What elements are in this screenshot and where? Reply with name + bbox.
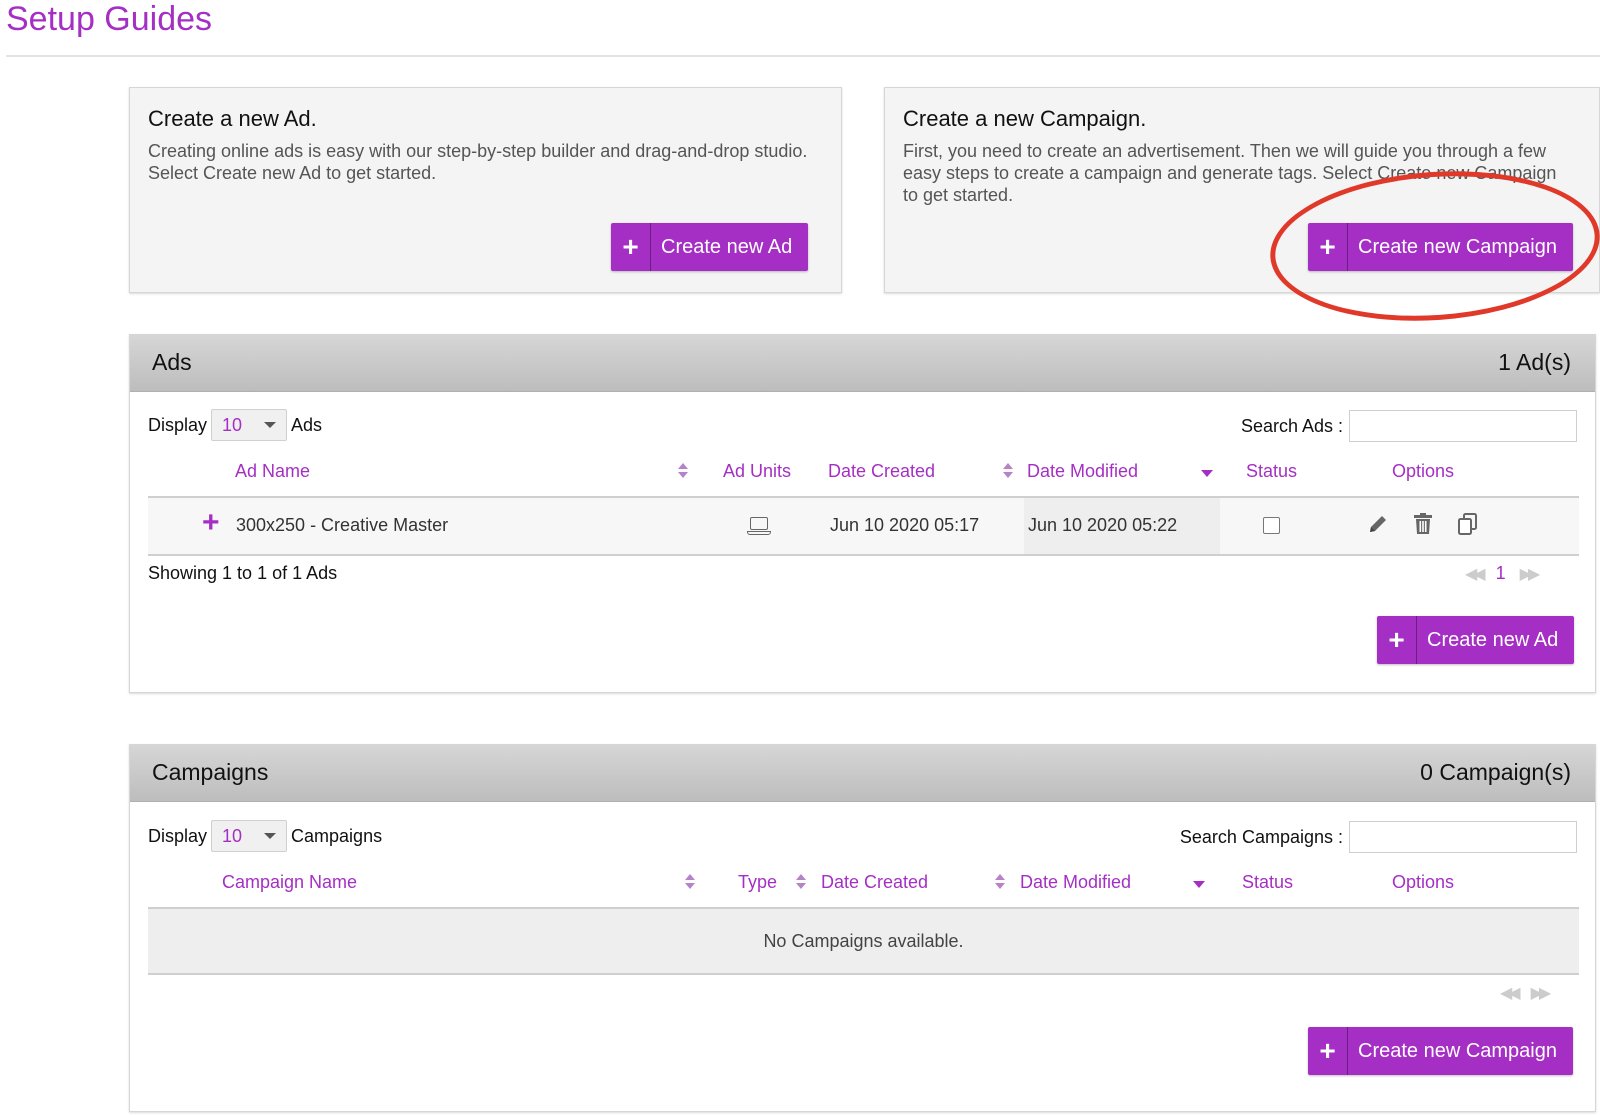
ads-create-new-ad-button-label: Create new Ad (1427, 628, 1559, 651)
campaigns-create-new-campaign-button-label: Create new Campaign (1358, 1039, 1557, 1062)
chevron-down-icon (264, 833, 277, 839)
ads-page-size-value: 10 (222, 414, 243, 435)
create-new-ad-button[interactable]: + Create new Ad (611, 223, 809, 271)
ads-panel-title: Ads (152, 349, 192, 375)
column-header-status[interactable]: Status (1246, 461, 1297, 482)
create-ad-guide-card: Create a new Ad. Creating online ads is … (129, 87, 842, 293)
create-new-ad-button-label: Create new Ad (661, 235, 793, 258)
date-modified-cell: Jun 10 2020 05:22 (1028, 515, 1178, 535)
plus-icon: + (1308, 1027, 1348, 1075)
column-header-date-modified[interactable]: Date Modified (1020, 872, 1131, 893)
ads-pagination: ◀◀ 1 ▶▶ (1465, 563, 1541, 584)
ads-page-size-select[interactable]: 10 (211, 409, 288, 441)
campaigns-display-label: Display (148, 825, 208, 846)
empty-table-message: No Campaigns available. (148, 909, 1579, 973)
ads-display-suffix: Ads (291, 414, 323, 435)
create-ad-guide-title: Create a new Ad. (148, 106, 317, 131)
previous-page-icon[interactable]: ◀◀ (1465, 564, 1486, 584)
ads-create-new-ad-button[interactable]: + Create new Ad (1377, 616, 1575, 664)
sort-descending-icon[interactable] (1193, 881, 1205, 888)
sort-icon[interactable] (678, 463, 688, 479)
ads-panel: Ads 1 Ad(s) Display 10 Ads Search Ads : … (129, 334, 1596, 693)
copy-icon[interactable] (1457, 512, 1479, 541)
page-title: Setup Guides (6, 0, 213, 38)
campaigns-create-new-campaign-button[interactable]: + Create new Campaign (1308, 1027, 1573, 1075)
column-header-options: Options (1392, 461, 1455, 481)
previous-page-icon[interactable]: ◀◀ (1500, 983, 1521, 1003)
create-campaign-guide-description: First, you need to create an advertiseme… (903, 141, 1557, 205)
ads-count: 1 Ad(s) (1498, 349, 1571, 375)
status-checkbox[interactable] (1263, 517, 1280, 534)
table-footer-divider (148, 554, 1579, 556)
create-campaign-guide-card: Create a new Campaign. First, you need t… (884, 87, 1600, 293)
ads-search-label: Search Ads : (1240, 415, 1343, 436)
campaigns-search-input[interactable] (1349, 821, 1577, 853)
sort-icon[interactable] (685, 874, 695, 890)
campaigns-page-size-value: 10 (222, 825, 243, 846)
table-row[interactable]: + 300x250 - Creative Master Jun 10 2020 … (148, 498, 1579, 554)
create-campaign-guide-title: Create a new Campaign. (903, 106, 1147, 131)
date-created-cell: Jun 10 2020 05:17 (830, 515, 980, 535)
ads-showing-info: Showing 1 to 1 of 1 Ads (148, 563, 338, 583)
sort-descending-icon[interactable] (1201, 470, 1213, 477)
plus-icon: + (1377, 616, 1417, 664)
column-header-date-modified[interactable]: Date Modified (1027, 461, 1138, 482)
chevron-down-icon (264, 422, 277, 428)
column-header-ad-units[interactable]: Ad Units (723, 461, 791, 482)
pencil-icon[interactable] (1366, 512, 1390, 541)
ads-search-input[interactable] (1349, 410, 1577, 442)
column-header-ad-name[interactable]: Ad Name (235, 461, 310, 482)
laptop-icon (747, 517, 771, 535)
column-header-options: Options (1392, 872, 1455, 892)
next-page-icon[interactable]: ▶▶ (1520, 564, 1541, 584)
ads-search: Search Ads : (1241, 410, 1577, 442)
sort-icon[interactable] (796, 874, 806, 890)
next-page-icon[interactable]: ▶▶ (1531, 983, 1552, 1003)
create-ad-guide-description: Creating online ads is easy with our ste… (148, 141, 808, 183)
sort-icon[interactable] (995, 874, 1005, 890)
campaigns-panel: Campaigns 0 Campaign(s) Display 10 Campa… (129, 744, 1596, 1112)
campaigns-panel-header: Campaigns 0 Campaign(s) (130, 745, 1595, 802)
campaigns-search: Search Campaigns : (1180, 821, 1577, 853)
create-new-campaign-button[interactable]: + Create new Campaign (1308, 223, 1573, 271)
campaigns-display-suffix: Campaigns (291, 825, 383, 846)
campaigns-pagination: ◀◀ ▶▶ (1500, 983, 1552, 1003)
plus-icon: + (1308, 223, 1348, 271)
page-number-current[interactable]: 1 (1496, 563, 1506, 584)
trash-icon[interactable] (1412, 512, 1434, 541)
column-header-campaign-name[interactable]: Campaign Name (222, 872, 357, 893)
campaigns-count: 0 Campaign(s) (1420, 759, 1571, 785)
expand-row-plus-icon[interactable]: + (202, 508, 220, 538)
ad-name-cell[interactable]: 300x250 - Creative Master (236, 515, 448, 536)
ads-panel-header: Ads 1 Ad(s) (130, 335, 1595, 392)
column-header-date-created[interactable]: Date Created (828, 461, 935, 482)
campaigns-search-label: Search Campaigns : (1179, 826, 1343, 847)
ads-display-control: Display 10 Ads (148, 409, 322, 441)
title-divider (6, 55, 1600, 57)
create-new-campaign-button-label: Create new Campaign (1358, 235, 1557, 258)
sort-icon[interactable] (1003, 463, 1013, 479)
campaigns-page-size-select[interactable]: 10 (211, 820, 288, 852)
campaigns-display-control: Display 10 Campaigns (148, 820, 382, 852)
column-header-status[interactable]: Status (1242, 872, 1293, 893)
plus-icon: + (611, 223, 651, 271)
ads-display-label: Display (148, 414, 208, 435)
campaigns-panel-title: Campaigns (152, 759, 269, 785)
table-footer-divider (148, 973, 1579, 975)
column-header-type[interactable]: Type (738, 872, 777, 893)
column-header-date-created[interactable]: Date Created (821, 872, 928, 893)
